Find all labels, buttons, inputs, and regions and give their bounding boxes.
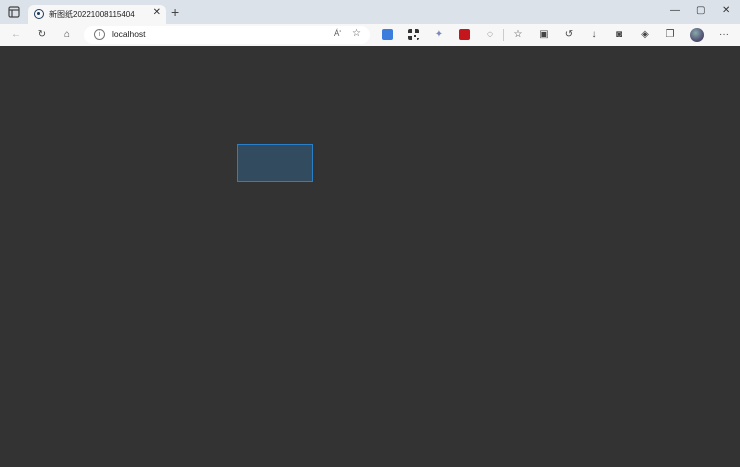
selection-rectangle[interactable] [237, 144, 313, 182]
translate-extension-icon[interactable] [382, 29, 393, 40]
window-close-button[interactable]: ✕ [722, 4, 730, 18]
active-tab[interactable]: 新图纸20221008115404 ✕ [28, 5, 166, 24]
downloads-icon[interactable]: ↓ [587, 28, 601, 42]
tab-close-icon[interactable]: ✕ [153, 7, 161, 19]
home-button[interactable]: ⌂ [60, 28, 74, 42]
tab-title: 新图纸20221008115404 [49, 10, 135, 19]
back-button[interactable]: ← [9, 28, 23, 42]
address-bar[interactable]: i localhost Áʹ ☆ [84, 26, 370, 44]
profile-avatar[interactable] [690, 28, 704, 42]
refresh-button[interactable]: ↻ [35, 28, 49, 42]
settings-menu-button[interactable]: ··· [717, 28, 731, 42]
screenshot-icon[interactable]: ◙ [612, 28, 626, 42]
tab-strip: 新图纸20221008115404 ✕ + — ▢ ✕ [0, 0, 740, 24]
copilot-icon[interactable]: ◌ [483, 28, 497, 42]
minimize-button[interactable]: — [670, 4, 680, 18]
tab-actions-icon[interactable] [8, 6, 20, 18]
history-icon[interactable]: ↺ [562, 28, 576, 42]
add-favorite-icon[interactable]: ☆ [352, 28, 361, 39]
site-info-icon[interactable]: i [94, 29, 105, 40]
maximize-button[interactable]: ▢ [696, 4, 705, 18]
collections-icon[interactable]: ▣ [537, 28, 551, 42]
page-canvas[interactable] [0, 46, 740, 467]
tab-favicon-icon [34, 9, 44, 19]
browser-toolbar: ← ↻ ⌂ i localhost Áʹ ☆ ✦ ◌ ☆ ▣ ↺ ↓ ◙ ◈ … [0, 24, 740, 46]
puzzle-extension-icon[interactable]: ✦ [432, 28, 446, 42]
browser-essentials-icon[interactable]: ◈ [638, 28, 652, 42]
toolbar-divider [503, 29, 504, 41]
read-aloud-icon[interactable]: Áʹ [334, 29, 341, 38]
tab-groups-icon[interactable]: ❐ [663, 28, 677, 42]
qr-code-icon[interactable] [408, 29, 419, 40]
favorites-icon[interactable]: ☆ [511, 28, 525, 42]
new-tab-button[interactable]: + [171, 5, 179, 19]
url-text[interactable]: localhost [112, 29, 146, 39]
pdf-extension-icon[interactable] [459, 29, 470, 40]
